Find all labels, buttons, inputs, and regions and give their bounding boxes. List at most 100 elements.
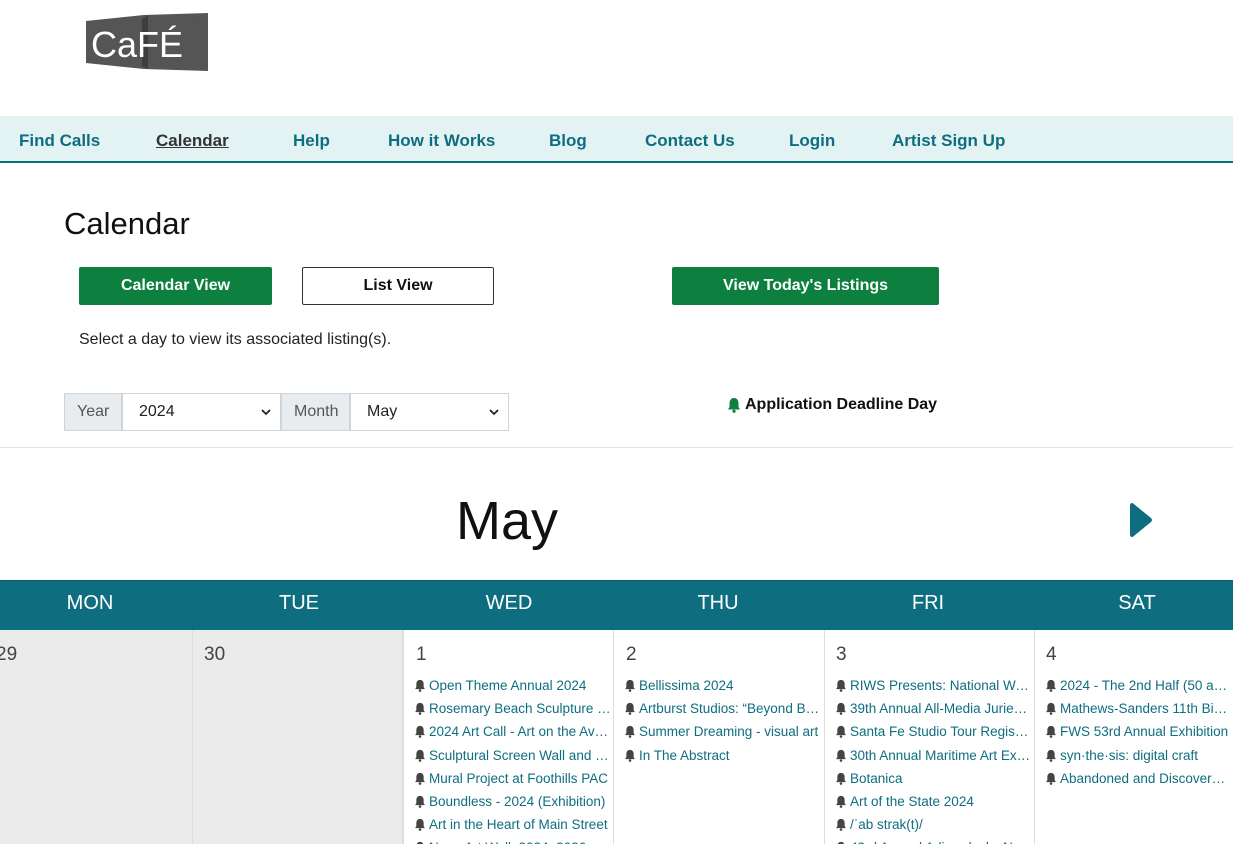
- calendar-day[interactable]: 3 RIWS Presents: National Watercolor 39th…: [825, 630, 1035, 844]
- event-link[interactable]: Sculptural Screen Wall and Gate: [414, 744, 611, 767]
- legend-label: Application Deadline Day: [745, 396, 938, 413]
- instruction-text: Select a day to view its associated list…: [79, 331, 392, 348]
- event-title: RIWS Presents: National Watercolor: [850, 678, 1032, 694]
- page-title: Calendar: [64, 206, 190, 241]
- nav-blog[interactable]: Blog: [549, 131, 587, 151]
- list-view-button[interactable]: List View: [302, 267, 494, 305]
- event-title: Open Theme Annual 2024: [429, 678, 587, 694]
- event-title: 30th Annual Maritime Art Exhibit: [850, 747, 1032, 763]
- bell-icon: [625, 726, 635, 739]
- calendar-day[interactable]: 2 Bellissima 2024 Artburst Studios: “Beyo…: [614, 630, 825, 844]
- bell-icon: [836, 679, 846, 692]
- date-filters: Year 2024 Month May: [64, 393, 509, 431]
- bell-icon: [415, 749, 425, 762]
- event-title: Mural Project at Foothills PAC: [429, 770, 609, 786]
- event-link[interactable]: 30th Annual Maritime Art Exhibit: [835, 744, 1032, 767]
- nav-calendar[interactable]: Calendar: [156, 131, 229, 151]
- event-title: 43rd Annual Adirondacks National: [850, 840, 1032, 844]
- event-title: Summer Dreaming - visual art: [639, 724, 819, 740]
- bell-icon: [1046, 703, 1056, 716]
- event-link[interactable]: 2024 Art Call - Art on the Avenue: [414, 720, 611, 743]
- event-title: 2024 - The 2nd Half (50 and Over): [1060, 678, 1231, 694]
- calendar-day[interactable]: 4 2024 - The 2nd Half (50 and Over) Mathe…: [1035, 630, 1233, 844]
- event-link[interactable]: Art in the Heart of Main Street: [414, 813, 611, 836]
- event-title: Art in the Heart of Main Street: [429, 817, 608, 833]
- event-link[interactable]: Open Theme Annual 2024: [414, 674, 611, 697]
- calendar-day[interactable]: 29: [0, 630, 193, 844]
- year-select[interactable]: 2024: [122, 393, 281, 431]
- logo-text: CaFÉ: [91, 24, 183, 65]
- day-number: 2: [626, 644, 637, 665]
- month-label: Month: [281, 393, 350, 431]
- bell-icon: [415, 819, 425, 832]
- nav-login[interactable]: Login: [789, 131, 835, 151]
- nav-contact-us[interactable]: Contact Us: [645, 131, 735, 151]
- day-number: 29: [0, 644, 18, 665]
- bell-icon: [1046, 679, 1056, 692]
- bell-icon: [836, 819, 846, 832]
- event-link[interactable]: Summer Dreaming - visual art: [624, 720, 822, 743]
- event-link[interactable]: Napa Art Walk 2024–2026: [414, 836, 611, 844]
- event-link[interactable]: FWS 53rd Annual Exhibition: [1045, 720, 1231, 743]
- event-link[interactable]: Rosemary Beach Sculpture Exhibition: [414, 697, 611, 720]
- event-title: Botanica: [850, 770, 903, 786]
- nav-find-calls[interactable]: Find Calls: [19, 131, 100, 151]
- event-link[interactable]: In The Abstract: [624, 744, 822, 767]
- cafe-logo[interactable]: CaFÉ ™: [86, 13, 210, 71]
- bell-icon: [836, 749, 846, 762]
- day-number: 1: [416, 644, 427, 665]
- event-link[interactable]: Santa Fe Studio Tour Registration: [835, 720, 1032, 743]
- event-link[interactable]: 2024 - The 2nd Half (50 and Over): [1045, 674, 1231, 697]
- calendar-day[interactable]: 1 Open Theme Annual 2024 Rosemary Beach S…: [403, 630, 614, 844]
- event-link[interactable]: syn·the·sis: digital craft: [1045, 744, 1231, 767]
- event-link[interactable]: Mural Project at Foothills PAC: [414, 767, 611, 790]
- nav-artist-sign-up[interactable]: Artist Sign Up: [892, 131, 1005, 151]
- bell-icon: [1046, 772, 1056, 785]
- weekday-label: THU: [697, 592, 739, 614]
- bell-icon: [836, 703, 846, 716]
- event-link[interactable]: RIWS Presents: National Watercolor: [835, 674, 1032, 697]
- year-label: Year: [64, 393, 122, 431]
- chevron-down-icon: [261, 409, 271, 416]
- event-title: syn·the·sis: digital craft: [1060, 747, 1199, 763]
- event-list: Bellissima 2024 Artburst Studios: “Beyond…: [624, 674, 822, 767]
- event-title: Mathews-Sanders 11th Biennial: [1060, 701, 1231, 717]
- logo-trademark: ™: [194, 17, 200, 24]
- event-title: 2024 Art Call - Art on the Avenue: [429, 724, 611, 740]
- bell-icon: [1046, 726, 1056, 739]
- bell-icon: [625, 703, 635, 716]
- event-link[interactable]: Abandoned and Discovered Objects: [1045, 767, 1231, 790]
- bell-icon: [625, 679, 635, 692]
- event-title: Art of the State 2024: [850, 794, 974, 810]
- event-link[interactable]: 39th Annual All-Media Juried Show: [835, 697, 1032, 720]
- calendar-day[interactable]: 30: [193, 630, 403, 844]
- event-title: Boundless - 2024 (Exhibition): [429, 794, 606, 810]
- event-link[interactable]: Mathews-Sanders 11th Biennial: [1045, 697, 1231, 720]
- event-title: Rosemary Beach Sculpture Exhibition: [429, 701, 611, 717]
- bell-icon: [415, 795, 425, 808]
- event-link[interactable]: Botanica: [835, 767, 1032, 790]
- event-link[interactable]: /ˈab strak(t)/: [835, 813, 1032, 836]
- bell-icon: [415, 679, 425, 692]
- day-number: 4: [1046, 644, 1057, 665]
- nav-how-it-works[interactable]: How it Works: [388, 131, 495, 151]
- event-link[interactable]: Artburst Studios: “Beyond Borders”: [624, 697, 822, 720]
- event-link[interactable]: Bellissima 2024: [624, 674, 822, 697]
- nav-help[interactable]: Help: [293, 131, 330, 151]
- calendar-view-button[interactable]: Calendar View: [79, 267, 272, 305]
- bell-icon: [415, 772, 425, 785]
- bell-icon: [415, 726, 425, 739]
- event-link[interactable]: Art of the State 2024: [835, 790, 1032, 813]
- weekday-label: SAT: [1118, 592, 1156, 614]
- event-link[interactable]: 43rd Annual Adirondacks National: [835, 836, 1032, 844]
- divider: [0, 447, 1233, 448]
- event-title: Abandoned and Discovered Objects: [1060, 770, 1231, 786]
- weekday-label: MON: [66, 592, 114, 614]
- event-list: Open Theme Annual 2024 Rosemary Beach Scu…: [414, 674, 611, 844]
- weekday-label: TUE: [279, 592, 319, 614]
- view-todays-listings-button[interactable]: View Today's Listings: [672, 267, 939, 305]
- month-select[interactable]: May: [350, 393, 509, 431]
- bell-icon: [836, 795, 846, 808]
- event-link[interactable]: Boundless - 2024 (Exhibition): [414, 790, 611, 813]
- next-month-arrow-icon[interactable]: [1128, 500, 1154, 540]
